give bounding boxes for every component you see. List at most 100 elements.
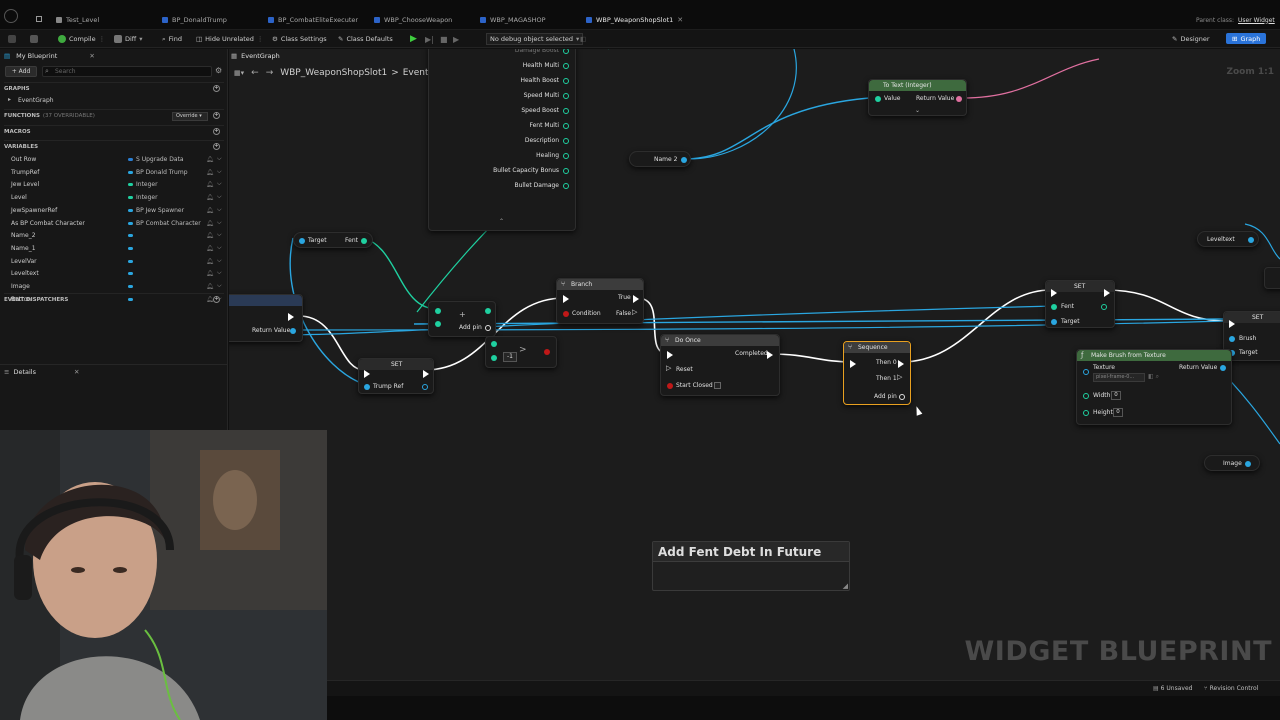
tab-wbp-chooseweapon[interactable]: WBP_ChooseWeapon xyxy=(374,12,452,28)
replicate-icon[interactable]: 🔔︎ xyxy=(206,245,214,252)
condition-pin[interactable] xyxy=(563,311,569,317)
comment-title[interactable]: Add Fent Debt In Future xyxy=(653,542,849,562)
debug-options-icon[interactable]: ◧ xyxy=(580,33,586,45)
unsaved-indicator[interactable]: ▤ 6 Unsaved xyxy=(1153,685,1192,692)
compare-int-node[interactable]: -1 > xyxy=(485,336,557,368)
parent-class-value[interactable]: User Widget xyxy=(1238,17,1275,24)
trump-ref-out-pin[interactable] xyxy=(422,384,428,390)
replicate-icon[interactable]: 🔔︎ xyxy=(206,169,214,176)
collapse-chevron-icon[interactable]: ⌃ xyxy=(499,218,504,225)
unreal-logo-icon[interactable] xyxy=(4,9,18,23)
struct-pin-dot[interactable] xyxy=(563,182,569,189)
add-button[interactable]: + Add xyxy=(5,66,37,77)
b-pin[interactable] xyxy=(435,321,441,327)
sequence-node[interactable]: Sequence ⑂ Then 0 Then 1 ▷ Add pin xyxy=(843,341,911,405)
struct-pin-dot[interactable] xyxy=(563,62,569,69)
add-pin-icon[interactable] xyxy=(485,325,491,331)
struct-pin-dot[interactable] xyxy=(563,122,569,129)
save-icon[interactable] xyxy=(8,33,16,45)
struct-pin-dot[interactable] xyxy=(563,92,569,99)
close-icon[interactable]: ✕ xyxy=(677,16,683,24)
debug-object-select[interactable]: No debug object selected ▾ xyxy=(486,33,584,45)
search-input[interactable]: Search xyxy=(42,66,212,77)
make-brush-from-texture-node[interactable]: Make Brush from Texture ƒ Texture pixel-… xyxy=(1076,349,1232,425)
struct-pin-row[interactable]: Speed Boost xyxy=(521,107,569,114)
resume-button[interactable]: ▶ xyxy=(453,33,459,45)
struct-pin-row[interactable]: Speed Multi xyxy=(524,92,569,99)
compile-button[interactable]: Compile ⋮ xyxy=(58,33,105,45)
comment-box[interactable]: Add Fent Debt In Future ◢ xyxy=(652,541,850,591)
value-pin[interactable] xyxy=(875,96,881,102)
add-dispatcher-icon[interactable]: + xyxy=(213,296,220,303)
exec-in-pin[interactable] xyxy=(563,295,569,303)
exec-out-pin[interactable] xyxy=(1104,289,1110,297)
browse-icon[interactable] xyxy=(30,33,38,45)
exec-in-pin[interactable] xyxy=(1229,320,1235,328)
reset-exec-icon[interactable]: ▷ xyxy=(666,364,671,372)
settings-gear-icon[interactable]: ⚙ xyxy=(215,66,222,75)
expand-chevron-icon[interactable]: ⌵ xyxy=(217,168,222,176)
return-value-node[interactable]: Return Value xyxy=(229,294,303,342)
variable-row[interactable]: Out Row S Upgrade Data 🔔︎ ⌵ xyxy=(11,154,226,166)
tab-wbp-weaponshopslot1[interactable]: WBP_WeaponShopSlot1 ✕ xyxy=(586,12,683,28)
fent-out-pin[interactable] xyxy=(1101,304,1107,310)
struct-pin-dot[interactable] xyxy=(563,107,569,114)
play-button[interactable]: ▶ xyxy=(410,33,417,45)
a-pin[interactable] xyxy=(491,341,497,347)
then1-exec-icon[interactable]: ▷ xyxy=(897,373,902,381)
expand-chevron-icon[interactable]: ⌵ xyxy=(217,244,222,252)
variables-section[interactable]: VARIABLES + xyxy=(4,140,224,152)
expand-chevron-icon[interactable]: ⌵ xyxy=(217,257,222,265)
height-field[interactable]: 0 xyxy=(1113,408,1123,417)
variable-row[interactable]: JewSpawnerRef BP Jew Spawner 🔔︎ ⌵ xyxy=(11,205,226,217)
struct-pin-dot[interactable] xyxy=(563,167,569,174)
struct-pin-row[interactable]: Damage Boost xyxy=(515,49,569,54)
graph-item-eventgraph[interactable]: EventGraph ▸ xyxy=(8,95,223,107)
hide-unrelated-button[interactable]: ◫ Hide Unrelated ⋮ xyxy=(196,33,263,45)
target-pin[interactable] xyxy=(299,238,305,244)
start-closed-checkbox[interactable] xyxy=(714,382,721,389)
compare-value-field[interactable]: -1 xyxy=(503,352,517,362)
resize-handle-icon[interactable]: ◢ xyxy=(843,582,848,590)
struct-pin-row[interactable]: Health Boost xyxy=(520,77,569,84)
brush-pin[interactable] xyxy=(1229,336,1235,342)
expand-chevron-icon[interactable]: ⌵ xyxy=(217,269,222,277)
add-variable-icon[interactable]: + xyxy=(213,143,220,150)
do-once-node[interactable]: Do Once ⑂ Completed ▷ Reset Start Closed xyxy=(660,334,780,396)
add-macro-icon[interactable]: + xyxy=(213,128,220,135)
stop-button[interactable]: ■ xyxy=(440,33,448,45)
expand-chevron-icon[interactable]: ⌵ xyxy=(217,206,222,214)
variable-row[interactable]: Name_1 🔔︎ ⌵ xyxy=(11,243,226,255)
class-defaults-button[interactable]: ✎ Class Defaults xyxy=(338,33,393,45)
width-field[interactable]: 0 xyxy=(1111,391,1121,400)
trump-ref-pin[interactable] xyxy=(364,384,370,390)
tab-bp-combateliteexecuter[interactable]: BP_CombatEliteExecuter xyxy=(268,12,358,28)
variable-row[interactable]: Image 🔔︎ ⌵ xyxy=(11,281,226,293)
macros-section[interactable]: MACROS + xyxy=(4,125,224,137)
browse-asset-icon[interactable]: ◧ ⌕ xyxy=(1148,373,1159,381)
struct-pin-dot[interactable] xyxy=(563,49,569,54)
texture-asset-select[interactable]: pixel-frame-0... xyxy=(1093,373,1145,382)
event-graph-canvas[interactable]: ▦ EventGraph ▦▾ ← → WBP_WeaponShopSlot1 … xyxy=(229,49,1280,709)
target-pin[interactable] xyxy=(1051,319,1057,325)
expand-chevron-icon[interactable]: ⌵ xyxy=(217,282,222,290)
replicate-icon[interactable]: 🔔︎ xyxy=(206,156,214,163)
struct-pin-dot[interactable] xyxy=(563,137,569,144)
exec-in-pin[interactable] xyxy=(850,360,856,368)
details-tab[interactable]: ≡ Details ✕ xyxy=(4,368,79,376)
expand-chevron-icon[interactable]: ⌵ xyxy=(217,219,222,227)
find-button[interactable]: ⌕ Find xyxy=(162,33,182,45)
close-icon[interactable]: ✕ xyxy=(74,368,79,376)
variable-row[interactable]: Level Integer 🔔︎ ⌵ xyxy=(11,192,226,204)
variable-row[interactable]: Leveltext 🔔︎ ⌵ xyxy=(11,268,226,280)
replicate-icon[interactable]: 🔔︎ xyxy=(206,181,214,188)
variable-row[interactable]: Jew Level Integer 🔔︎ ⌵ xyxy=(11,179,226,191)
expand-chevron-icon[interactable]: ⌄ xyxy=(915,107,920,114)
step-button[interactable]: ▶| xyxy=(425,33,434,45)
add-graph-icon[interactable]: + xyxy=(213,85,220,92)
return-value-pin[interactable] xyxy=(1220,365,1226,371)
offscreen-node[interactable] xyxy=(1264,267,1280,289)
replicate-icon[interactable]: 🔔︎ xyxy=(206,232,214,239)
image-out-pin[interactable] xyxy=(1245,461,1251,467)
name2-getter-node[interactable]: Name 2 xyxy=(629,151,691,167)
